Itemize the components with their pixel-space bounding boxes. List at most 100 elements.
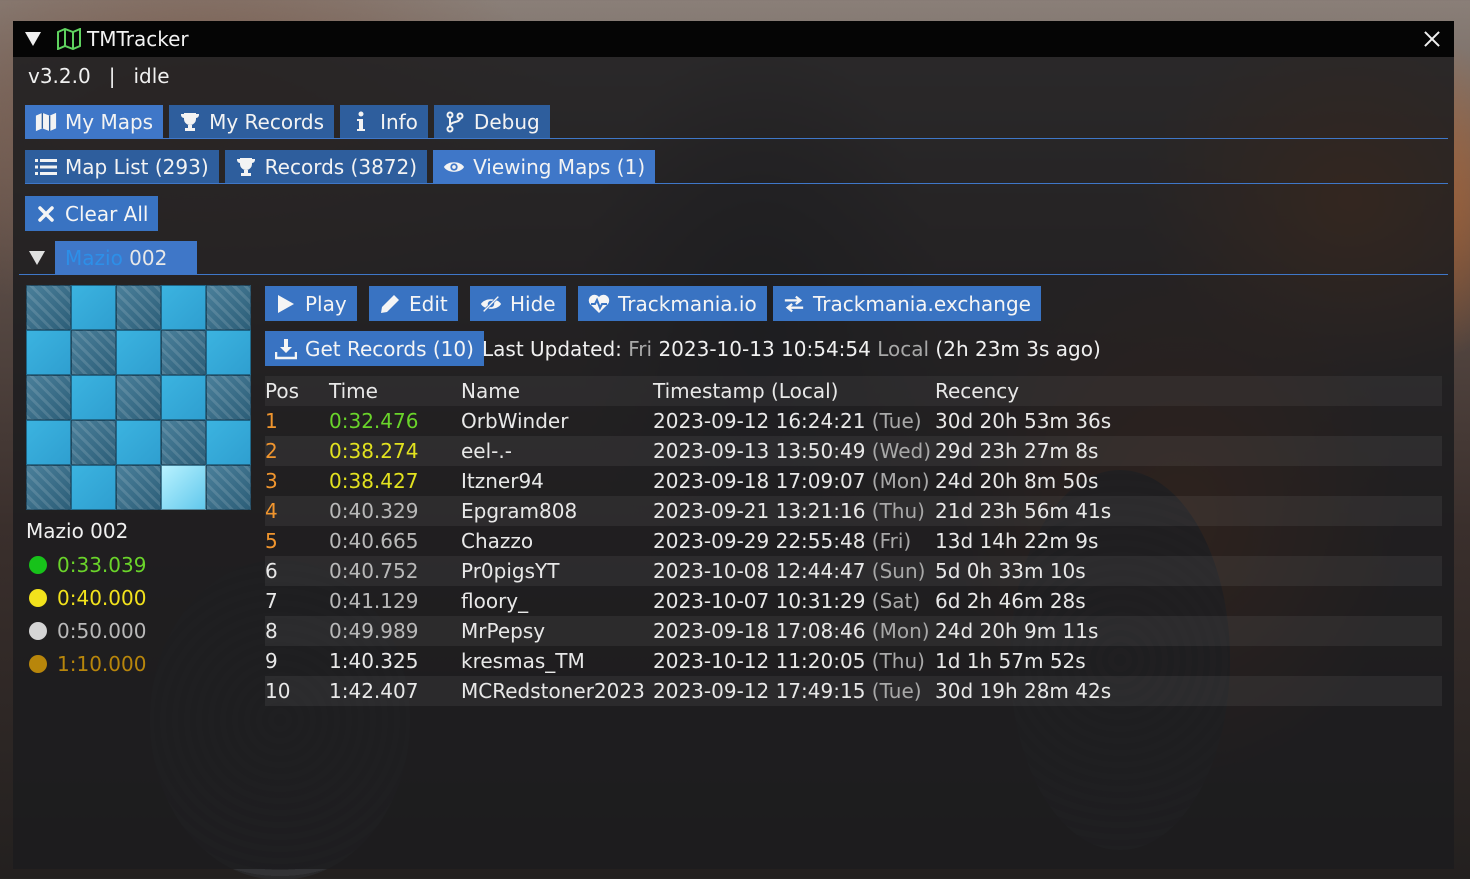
collapse-triangle-icon[interactable] — [25, 32, 41, 46]
tab-map-list[interactable]: Map List (293) — [25, 150, 219, 184]
list-icon — [35, 156, 57, 178]
play-button[interactable]: Play — [265, 286, 357, 321]
table-body: 1 0:32.476 OrbWinder 2023-09-12 16:24:21 (T… — [265, 406, 1442, 706]
status-label: idle — [133, 64, 170, 88]
cell-name: MrPepsy — [461, 619, 546, 643]
header-timestamp[interactable]: Timestamp (Local) — [653, 379, 838, 403]
table-row: 10 1:42.407 MCRedstoner2023 2023-09-12 17:4… — [265, 676, 1442, 706]
cell-timestamp: 2023-10-12 11:20:05 (Thu) — [653, 649, 925, 673]
cell-pos: 8 — [265, 619, 278, 643]
silver-medal: 0:50.000 — [29, 619, 146, 643]
tab-my-records[interactable]: My Records — [169, 105, 335, 139]
cell-timestamp: 2023-09-29 22:55:48 (Fri) — [653, 529, 911, 553]
cell-time: 0:41.129 — [329, 589, 419, 613]
timestamp-value: 2023-10-12 11:20:05 — [653, 649, 866, 673]
cell-recency: 6d 2h 46m 28s — [935, 589, 1086, 613]
timestamp-value: 2023-09-18 17:08:46 — [653, 619, 866, 643]
table-row: 3 0:38.427 Itzner94 2023-09-18 17:09:07 (Mo… — [265, 466, 1442, 496]
cell-timestamp: 2023-09-21 13:21:16 (Thu) — [653, 499, 925, 523]
cell-timestamp: 2023-10-07 10:31:29 (Sat) — [653, 589, 920, 613]
trackmania-io-button[interactable]: Trackmania.io — [578, 286, 767, 321]
clear-all-button[interactable]: Clear All — [25, 196, 159, 231]
edit-button[interactable]: Edit — [369, 286, 458, 321]
cell-name: Pr0pigsYT — [461, 559, 560, 583]
tab-viewing-maps[interactable]: Viewing Maps (1) — [433, 150, 656, 184]
map-tab[interactable]: Mazio 002 — [55, 241, 197, 275]
map-icon — [35, 111, 57, 133]
last-updated-ago: (2h 23m 3s ago) — [935, 337, 1101, 361]
medal-time: 1:10.000 — [57, 652, 147, 676]
cell-recency: 29d 23h 27m 8s — [935, 439, 1099, 463]
timestamp-value: 2023-09-21 13:21:16 — [653, 499, 866, 523]
tab-info[interactable]: Info — [340, 105, 428, 139]
edit-label: Edit — [409, 291, 448, 316]
info-icon — [350, 111, 372, 133]
cell-timestamp: 2023-09-18 17:09:07 (Mon) — [653, 469, 930, 493]
trackmania-exchange-button[interactable]: Trackmania.exchange — [773, 286, 1041, 321]
timestamp-weekday: (Sun) — [871, 559, 926, 583]
cell-pos: 9 — [265, 649, 278, 673]
download-icon — [275, 338, 297, 360]
tab-label: Info — [380, 110, 418, 134]
header-pos[interactable]: Pos — [265, 379, 299, 403]
get-records-button[interactable]: Get Records (10) — [265, 331, 484, 366]
map-tab-prefix: Mazio — [65, 246, 123, 270]
collapse-triangle-icon[interactable] — [29, 251, 45, 265]
map-header: Mazio 002 — [13, 241, 1454, 275]
medal-dot-icon — [29, 556, 47, 574]
cell-pos: 4 — [265, 499, 278, 523]
status-line: v3.2.0 | idle — [13, 57, 1454, 95]
header-recency[interactable]: Recency — [935, 379, 1019, 403]
header-name[interactable]: Name — [461, 379, 520, 403]
timestamp-weekday: (Tue) — [871, 679, 922, 703]
tab-label: My Records — [209, 110, 325, 134]
title-bar[interactable]: TMTracker — [13, 21, 1454, 57]
timestamp-value: 2023-09-29 22:55:48 — [653, 529, 866, 553]
hide-button[interactable]: Hide — [470, 286, 566, 321]
tab-label: Map List (293) — [65, 155, 209, 179]
medal-time: 0:50.000 — [57, 619, 147, 643]
hide-label: Hide — [510, 291, 556, 316]
cell-pos: 2 — [265, 439, 278, 463]
table-row: 4 0:40.329 Epgram808 2023-09-21 13:21:16 (T… — [265, 496, 1442, 526]
table-row: 1 0:32.476 OrbWinder 2023-09-12 16:24:21 (T… — [265, 406, 1442, 436]
cell-time: 0:32.476 — [329, 409, 419, 433]
timestamp-weekday: (Sat) — [871, 589, 921, 613]
cell-name: OrbWinder — [461, 409, 569, 433]
cell-pos: 6 — [265, 559, 278, 583]
tab-underline — [25, 183, 1448, 184]
get-records-label: Get Records (10) — [305, 336, 474, 361]
table-row: 7 0:41.129 floory_ 2023-10-07 10:31:29 (Sat… — [265, 586, 1442, 616]
tab-records[interactable]: Records (3872) — [224, 150, 428, 184]
tab-label: Records (3872) — [264, 155, 418, 179]
map-thumbnail — [26, 285, 251, 510]
sub-tab-bar: Map List (293) Records (3872) Viewing Ma… — [13, 150, 1454, 184]
tab-label: Debug — [473, 110, 540, 134]
table-row: 8 0:49.989 MrPepsy 2023-09-18 17:08:46 (Mon… — [265, 616, 1442, 646]
map-tab-suffix: 002 — [122, 246, 168, 270]
cell-timestamp: 2023-10-08 12:44:47 (Sun) — [653, 559, 925, 583]
cell-recency: 30d 19h 28m 42s — [935, 679, 1112, 703]
timestamp-weekday: (Thu) — [871, 499, 925, 523]
timestamp-value: 2023-09-12 17:49:15 — [653, 679, 866, 703]
cell-timestamp: 2023-09-18 17:08:46 (Mon) — [653, 619, 930, 643]
tab-label: My Maps — [65, 110, 154, 134]
cell-name: Itzner94 — [461, 469, 544, 493]
timestamp-weekday: (Wed) — [871, 439, 931, 463]
medal-dot-icon — [29, 589, 47, 607]
status-separator: | — [108, 64, 116, 88]
header-time[interactable]: Time — [329, 379, 378, 403]
tab-debug[interactable]: Debug — [433, 105, 550, 139]
timestamp-weekday: (Mon) — [871, 469, 930, 493]
heartbeat-icon — [588, 293, 610, 315]
close-icon[interactable] — [1420, 27, 1444, 51]
cell-name: kresmas_TM — [461, 649, 585, 673]
cell-name: floory_ — [461, 589, 529, 613]
table-row: 5 0:40.665 Chazzo 2023-09-29 22:55:48 (Fri)… — [265, 526, 1442, 556]
timestamp-weekday: (Fri) — [871, 529, 912, 553]
medal-time: 0:33.039 — [57, 553, 147, 577]
cell-pos: 1 — [265, 409, 278, 433]
cell-timestamp: 2023-09-12 17:49:15 (Tue) — [653, 679, 922, 703]
table-row: 2 0:38.274 eel-.- 2023-09-13 13:50:49 (Wed)… — [265, 436, 1442, 466]
tab-my-maps[interactable]: My Maps — [25, 105, 164, 139]
